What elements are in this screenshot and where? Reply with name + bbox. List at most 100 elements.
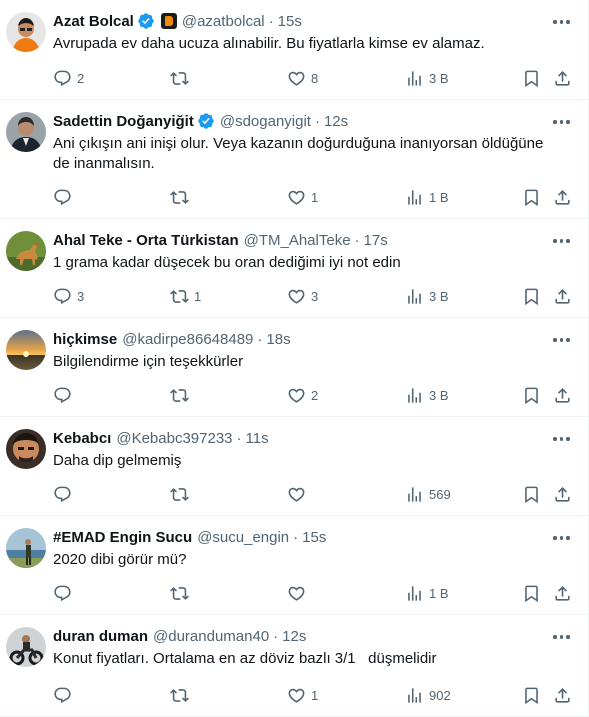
verified-badge-icon: [137, 12, 155, 30]
share-icon: [553, 584, 572, 603]
bookmark-button[interactable]: [522, 286, 541, 306]
tweet[interactable]: hiçkimse @kadirpe86648489 · 18s Bilgilendirm…: [0, 318, 589, 417]
like-button[interactable]: 2: [287, 385, 318, 405]
reply-button[interactable]: 2: [53, 68, 84, 88]
author-name[interactable]: Azat Bolcal: [53, 13, 134, 30]
avatar[interactable]: [6, 627, 46, 667]
share-button[interactable]: [553, 484, 572, 504]
retweet-icon: [170, 69, 189, 88]
bookmark-button[interactable]: [522, 685, 541, 705]
author-name[interactable]: hiçkimse: [53, 331, 117, 348]
timestamp[interactable]: 12s: [324, 113, 348, 130]
reply-button[interactable]: [53, 187, 77, 207]
retweet-button[interactable]: 1: [170, 286, 201, 306]
avatar[interactable]: [6, 231, 46, 271]
tweet-header: Ahal Teke - Orta Türkistan @TM_AhalTeke · 1…: [53, 229, 549, 251]
share-button[interactable]: [553, 385, 572, 405]
reply-button[interactable]: [53, 685, 77, 705]
share-button[interactable]: [553, 286, 572, 306]
views-button[interactable]: 3 B: [405, 68, 449, 88]
views-button[interactable]: 3 B: [405, 385, 449, 405]
tweet-actions: 1 1 B: [53, 187, 589, 207]
bookmark-icon: [522, 188, 541, 207]
more-options-icon[interactable]: [553, 332, 573, 348]
tweet[interactable]: duran duman @duranduman40 · 12s Konut fiyatl…: [0, 615, 589, 717]
author-name[interactable]: duran duman: [53, 628, 148, 645]
share-button[interactable]: [553, 68, 572, 88]
views-button[interactable]: 1 B: [405, 583, 449, 603]
timestamp[interactable]: 15s: [278, 13, 302, 30]
author-name[interactable]: #EMAD Engin Sucu: [53, 529, 192, 546]
bookmark-button[interactable]: [522, 484, 541, 504]
views-button[interactable]: 569: [405, 484, 451, 504]
timestamp[interactable]: 11s: [246, 430, 269, 447]
retweet-icon: [170, 686, 189, 705]
views-button[interactable]: 902: [405, 685, 451, 705]
bookmark-button[interactable]: [522, 68, 541, 88]
avatar[interactable]: [6, 528, 46, 568]
affiliate-badge-icon[interactable]: [160, 13, 177, 29]
retweet-button[interactable]: [170, 385, 194, 405]
author-handle[interactable]: @sdoganyigit: [220, 113, 311, 130]
timestamp[interactable]: 18s: [266, 331, 290, 348]
author-handle[interactable]: @Kebabc397233: [116, 430, 232, 447]
retweet-button[interactable]: [170, 685, 194, 705]
retweet-button[interactable]: [170, 187, 194, 207]
timestamp[interactable]: 12s: [282, 628, 306, 645]
like-button[interactable]: [287, 484, 311, 504]
like-button[interactable]: 1: [287, 685, 318, 705]
retweet-button[interactable]: [170, 484, 194, 504]
timestamp[interactable]: 17s: [364, 232, 388, 249]
tweet-actions: 2 3 B: [53, 385, 589, 405]
retweet-icon: [170, 287, 189, 306]
retweet-button[interactable]: [170, 68, 194, 88]
reply-button[interactable]: [53, 484, 77, 504]
like-button[interactable]: 8: [287, 68, 318, 88]
bookmark-button[interactable]: [522, 583, 541, 603]
tweet[interactable]: Ahal Teke - Orta Türkistan @TM_AhalTeke · 1…: [0, 219, 589, 318]
views-button[interactable]: 1 B: [405, 187, 449, 207]
retweet-button[interactable]: [170, 583, 194, 603]
author-handle[interactable]: @duranduman40: [153, 628, 269, 645]
like-button[interactable]: 3: [287, 286, 318, 306]
avatar[interactable]: [6, 330, 46, 370]
author-handle[interactable]: @azatbolcal: [182, 13, 265, 30]
tweet[interactable]: Azat Bolcal @azatbolcal · 15s Avrupada ev da…: [0, 0, 589, 100]
reply-icon: [53, 686, 72, 705]
bookmark-button[interactable]: [522, 385, 541, 405]
author-handle[interactable]: @sucu_engin: [197, 529, 289, 546]
author-name[interactable]: Kebabcı: [53, 430, 111, 447]
author-name[interactable]: Ahal Teke - Orta Türkistan: [53, 232, 239, 249]
tweet[interactable]: Kebabcı @Kebabc397233 · 11s Daha dip gelmemi…: [0, 417, 589, 516]
tweet[interactable]: Sadettin Doğanyiğit @sdoganyigit · 12s Ani ç…: [0, 100, 589, 219]
reply-button[interactable]: 3: [53, 286, 84, 306]
share-button[interactable]: [553, 685, 572, 705]
author-handle[interactable]: @TM_AhalTeke: [244, 232, 351, 249]
share-button[interactable]: [553, 187, 572, 207]
share-button[interactable]: [553, 583, 572, 603]
avatar[interactable]: [6, 429, 46, 469]
reply-icon: [53, 188, 72, 207]
views-button[interactable]: 3 B: [405, 286, 449, 306]
more-options-icon[interactable]: [553, 629, 573, 645]
bookmark-button[interactable]: [522, 187, 541, 207]
author-name[interactable]: Sadettin Doğanyiğit: [53, 113, 194, 130]
tweet-header: Sadettin Doğanyiğit @sdoganyigit · 12s: [53, 110, 549, 132]
more-options-icon[interactable]: [553, 530, 573, 546]
avatar[interactable]: [6, 12, 46, 52]
like-button[interactable]: 1: [287, 187, 318, 207]
avatar[interactable]: [6, 112, 46, 152]
more-options-icon[interactable]: [553, 431, 573, 447]
timestamp[interactable]: 15s: [302, 529, 326, 546]
bookmark-icon: [522, 584, 541, 603]
like-button[interactable]: [287, 583, 311, 603]
author-handle[interactable]: @kadirpe86648489: [122, 331, 253, 348]
more-options-icon[interactable]: [553, 114, 573, 130]
retweet-count: 1: [194, 288, 202, 304]
reply-button[interactable]: [53, 385, 77, 405]
reply-button[interactable]: [53, 583, 77, 603]
more-options-icon[interactable]: [553, 233, 573, 249]
more-options-icon[interactable]: [553, 14, 573, 30]
tweet[interactable]: #EMAD Engin Sucu @sucu_engin · 15s 2020 dibi…: [0, 516, 589, 615]
views-chart-icon: [405, 686, 424, 705]
